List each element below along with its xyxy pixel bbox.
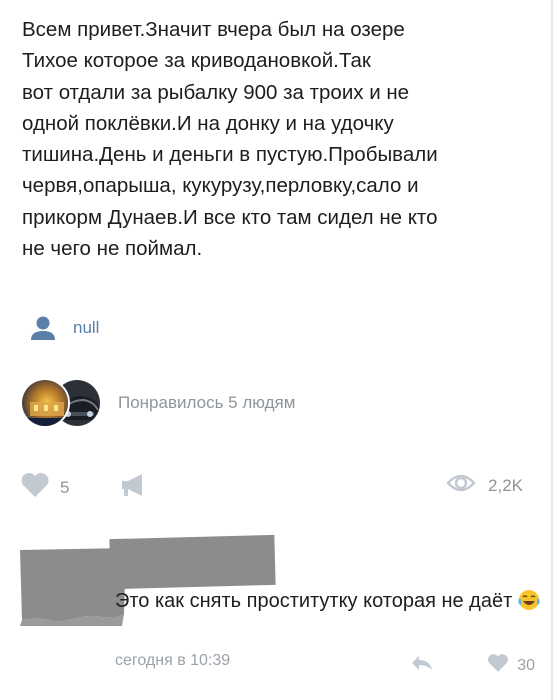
heart-icon: [487, 653, 509, 678]
comment-timestamp: сегодня в 10:39: [115, 652, 231, 669]
share-button[interactable]: [120, 471, 148, 504]
reply-button[interactable]: [410, 654, 434, 677]
user-icon: [30, 315, 56, 341]
comment-text: Это как снять проститутку которая не даё…: [115, 588, 545, 615]
post-text-line: тишина.День и деньги в пустую.Пробывали: [22, 143, 438, 167]
post-text-line: Тихое которое за криводановкой.Так: [22, 49, 371, 73]
post-text-line: одной поклёвки.И на донку и на удочку: [22, 111, 394, 135]
comment-body: Это как снять проститутку которая не даё…: [115, 590, 513, 612]
comment-like-button[interactable]: 30: [487, 653, 535, 678]
megaphone-icon: [120, 474, 148, 503]
comment-like-count: 30: [517, 656, 535, 674]
post-author[interactable]: null: [30, 310, 99, 346]
like-count: 5: [60, 477, 70, 497]
post-text-line: Всем привет.Значит вчера был на озере: [22, 18, 405, 41]
post-text-line: червя,опарыша, кукурузу,перловку,сало и: [22, 174, 419, 198]
likes-preview-text: Понравилось 5 людям: [118, 393, 296, 412]
likes-preview[interactable]: Понравилось 5 людям: [20, 375, 295, 431]
eye-icon: [446, 472, 476, 499]
post-text-line: прикорм Дунаев.И все кто там сидел не кт…: [22, 205, 438, 229]
laughing-emoji-icon: [518, 589, 540, 611]
avatar: [20, 378, 70, 428]
comment-meta: сегодня в 10:39 30: [115, 652, 535, 676]
post-text: Всем привет.Значит вчера был на озере Ти…: [22, 14, 542, 264]
post-actions-bar: 5 2,2K: [0, 466, 553, 506]
liker-avatars: [20, 377, 102, 429]
views-count: 2,2K: [488, 475, 523, 495]
reply-arrow-icon: [410, 656, 434, 676]
like-button[interactable]: 5: [20, 472, 69, 503]
post-text-line: вот отдали за рыбалку 900 за троих и не: [22, 80, 410, 104]
author-name-link[interactable]: null: [73, 318, 99, 338]
post-text-line: не чего не поймал.: [22, 237, 203, 261]
redacted-commenter-name: [109, 534, 276, 590]
views-counter: 2,2K: [446, 472, 523, 499]
heart-icon: [20, 472, 50, 503]
